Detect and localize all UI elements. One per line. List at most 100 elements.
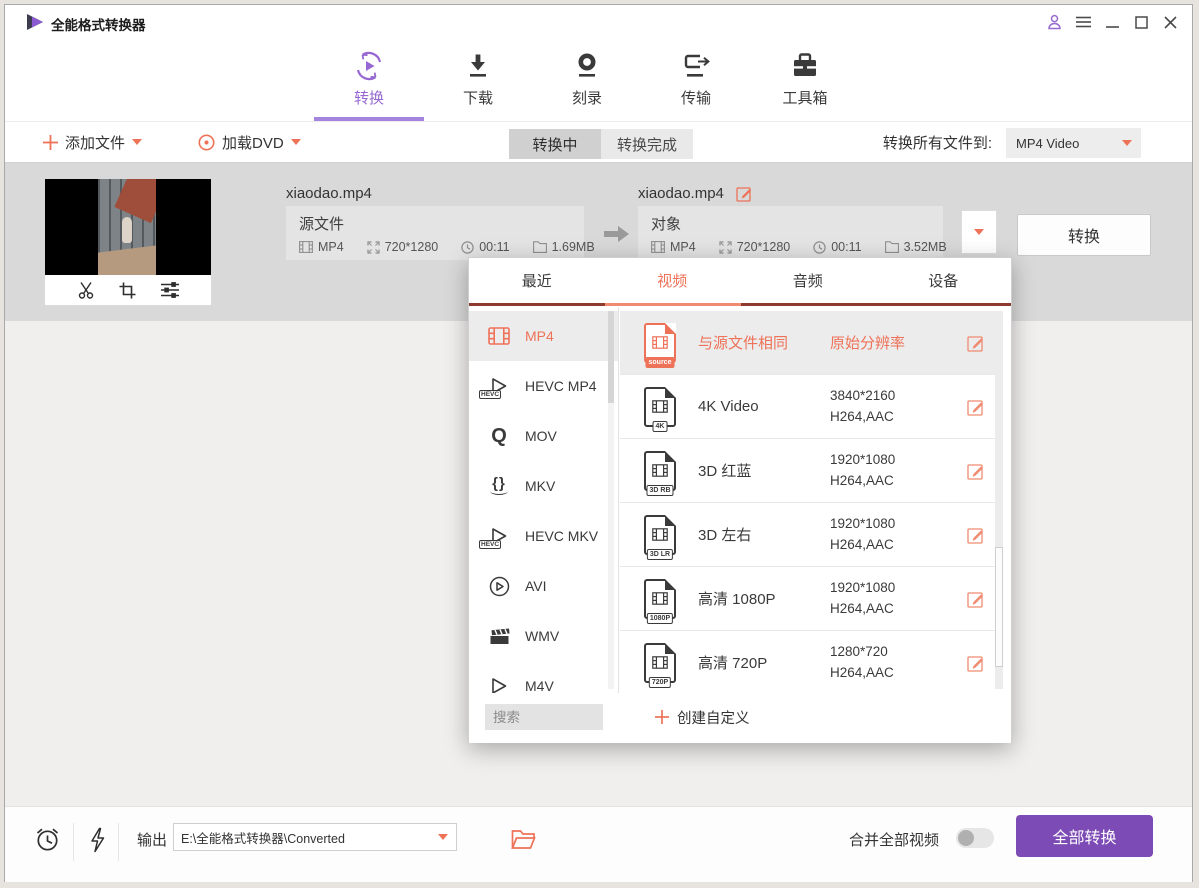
tab-converting[interactable]: 转换中 [509, 129, 601, 159]
transfer-icon [680, 51, 712, 81]
convert-all-button[interactable]: 全部转换 [1016, 815, 1153, 857]
create-custom-button[interactable]: 创建自定义 [655, 704, 750, 730]
resolution-icon [719, 241, 732, 254]
close-button[interactable] [1160, 12, 1180, 32]
format-item-mov[interactable]: Q MOV [469, 411, 618, 461]
play-outline-icon [483, 677, 515, 693]
source-preset-icon: source [644, 323, 676, 363]
schedule-clock-icon[interactable] [34, 826, 61, 853]
edit-preset-icon[interactable] [967, 526, 985, 544]
format-item-wmv[interactable]: WMV [469, 611, 618, 661]
convert-all-to-label: 转换所有文件到: [883, 122, 992, 162]
video-thumbnail-card [45, 179, 211, 305]
edit-preset-icon[interactable] [967, 462, 985, 480]
target-format-dropdown-button[interactable] [961, 210, 997, 254]
format-label: MKV [525, 478, 555, 494]
preset-badge: 3D RB [646, 485, 673, 496]
resolution-icon [367, 241, 380, 254]
tab-toolbox[interactable]: 工具箱 [767, 39, 843, 121]
tab-burn-label: 刻录 [572, 87, 602, 108]
tab-convert-label: 转换 [354, 87, 384, 108]
tab-download[interactable]: 下载 [440, 39, 516, 121]
edit-preset-icon[interactable] [967, 590, 985, 608]
edit-preset-icon[interactable] [967, 654, 985, 672]
load-dvd-caret-icon[interactable] [291, 139, 301, 145]
open-folder-icon[interactable] [511, 829, 536, 850]
preset-doc-icon: 4K [644, 387, 676, 427]
burn-disc-icon [572, 51, 602, 81]
tab-burn[interactable]: 刻录 [549, 39, 625, 121]
thumbnail-image [98, 179, 156, 275]
format-label: WMV [525, 628, 559, 644]
convert-button[interactable]: 转换 [1017, 214, 1151, 256]
popup-tab-device[interactable]: 设备 [876, 258, 1012, 303]
format-label: M4V [525, 678, 554, 693]
tab-convert[interactable]: 转换 [331, 39, 407, 121]
preset-row-hd-1080p[interactable]: 1080P 高清 1080P 1920*1080 H264,AAC [620, 567, 997, 631]
hardware-acceleration-icon[interactable] [89, 827, 106, 853]
add-file-caret-icon[interactable] [132, 139, 142, 145]
preset-name: 3D 红蓝 [698, 460, 830, 481]
preset-row-same-as-source[interactable]: source 与源文件相同 原始分辨率 [620, 311, 997, 375]
load-dvd-button[interactable]: 加载DVD [198, 122, 301, 162]
output-path-input[interactable] [173, 823, 457, 851]
toolbar: 添加文件 加载DVD 转换中 转换完成 转换所有文件到: MP4 Video [5, 121, 1192, 163]
scrollbar-thumb[interactable] [995, 547, 1003, 667]
popup-tab-recent[interactable]: 最近 [469, 258, 605, 303]
hevc-badge: HEVC [479, 540, 501, 549]
edit-preset-icon[interactable] [967, 334, 985, 352]
preset-doc-icon: 3D RB [644, 451, 676, 491]
menu-icon[interactable] [1073, 12, 1093, 32]
output-path-caret-icon[interactable] [438, 834, 448, 840]
output-format-dropdown[interactable]: MP4 Video [1006, 128, 1141, 158]
preset-resolution: 1920*1080 [830, 514, 895, 535]
search-input[interactable] [485, 704, 603, 730]
minimize-button[interactable] [1102, 12, 1122, 32]
preset-codec: H264,AAC [830, 471, 895, 492]
preset-resolution: 1280*720 [830, 642, 894, 663]
preset-badge: 3D LR [647, 549, 673, 560]
edit-preset-icon[interactable] [967, 398, 985, 416]
preset-specs: 1920*1080 H264,AAC [830, 514, 895, 556]
format-item-mkv[interactable]: {} MKV [469, 461, 618, 511]
preset-row-hd-720p[interactable]: 720P 高清 720P 1280*720 H264,AAC [620, 631, 997, 693]
tab-converted[interactable]: 转换完成 [601, 129, 693, 159]
merge-videos-toggle[interactable] [956, 828, 994, 848]
quicktime-q-icon: Q [483, 427, 515, 445]
screenshot-stage: 全能格式转换器 [0, 0, 1199, 888]
maximize-button[interactable] [1131, 12, 1151, 32]
user-account-icon[interactable] [1044, 12, 1064, 32]
source-info-row: MP4 720*1280 00:11 1.69MB [299, 240, 571, 254]
preset-doc-icon: 1080P [644, 579, 676, 619]
format-item-mp4[interactable]: MP4 [469, 311, 618, 361]
crop-icon[interactable] [119, 282, 136, 299]
format-item-m4v[interactable]: M4V [469, 661, 618, 693]
footer-divider [118, 823, 119, 861]
preset-name: 高清 1080P [698, 588, 830, 609]
format-item-hevc-mkv[interactable]: HEVC HEVC MKV [469, 511, 618, 561]
add-file-button[interactable]: 添加文件 [43, 122, 142, 162]
format-item-avi[interactable]: AVI [469, 561, 618, 611]
output-format-caret-icon [1122, 140, 1132, 146]
preset-row-4k[interactable]: 4K 4K Video 3840*2160 H264,AAC [620, 375, 997, 439]
merge-videos-label: 合并全部视频 [849, 829, 939, 850]
trim-scissors-icon[interactable] [77, 281, 95, 299]
preset-list-scrollbar[interactable] [995, 311, 1003, 689]
preset-row-3d-rb[interactable]: 3D RB 3D 红蓝 1920*1080 H264,AAC [620, 439, 997, 503]
preset-row-3d-lr[interactable]: 3D LR 3D 左右 1920*1080 H264,AAC [620, 503, 997, 567]
popup-tabs: 最近 视频 音频 设备 [469, 258, 1011, 303]
format-label: AVI [525, 578, 547, 594]
format-list-scrollbar[interactable] [608, 311, 614, 689]
effects-sliders-icon[interactable] [160, 281, 180, 299]
clock-icon [813, 241, 826, 254]
format-item-hevc-mp4[interactable]: HEVC HEVC MP4 [469, 361, 618, 411]
preset-specs: 3840*2160 H264,AAC [830, 386, 895, 428]
preset-codec: H264,AAC [830, 599, 895, 620]
popup-tab-audio[interactable]: 音频 [740, 258, 876, 303]
rename-edit-icon[interactable] [736, 185, 753, 202]
video-thumbnail[interactable] [45, 179, 211, 275]
preset-name: 4K Video [698, 398, 830, 415]
scrollbar-thumb[interactable] [608, 311, 614, 403]
popup-tab-video[interactable]: 视频 [605, 258, 741, 303]
tab-transfer[interactable]: 传输 [658, 39, 734, 121]
